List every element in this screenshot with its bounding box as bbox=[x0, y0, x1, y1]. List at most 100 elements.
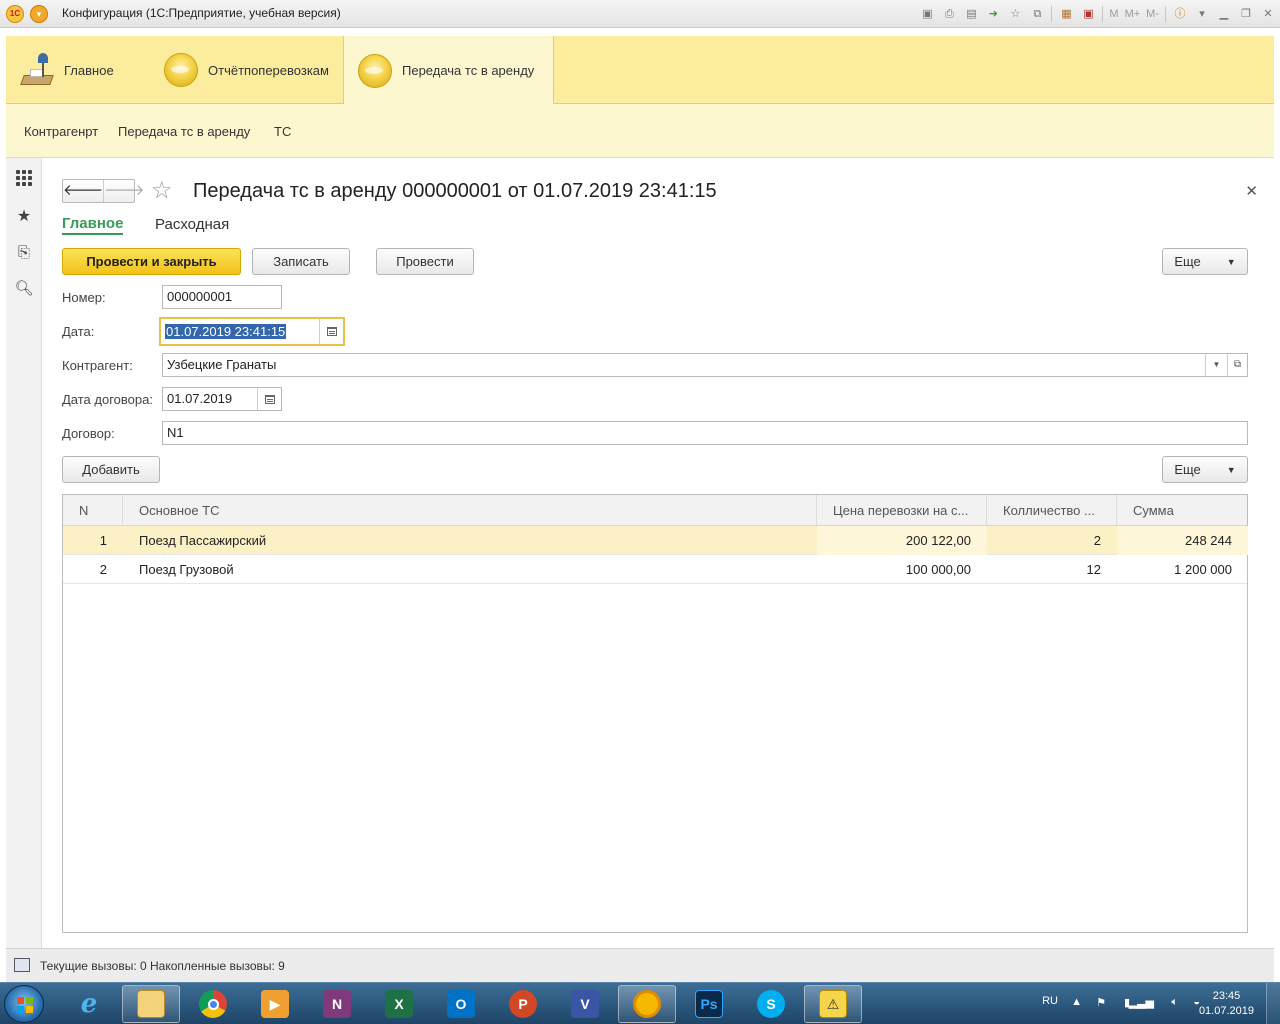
print-icon[interactable]: ⎙ bbox=[941, 6, 957, 22]
date-field[interactable]: 01.07.2019 23:41:15 bbox=[159, 317, 345, 346]
preview-icon[interactable]: ▤ bbox=[963, 6, 979, 22]
section-vehicle-rental[interactable]: Передача тс в аренду bbox=[343, 36, 554, 105]
taskbar-app-outlook[interactable]: O bbox=[432, 985, 490, 1023]
dropdown-arrow-icon[interactable]: ▼ bbox=[1205, 354, 1227, 376]
post-and-close-button[interactable]: Провести и закрыть bbox=[62, 248, 241, 275]
taskbar-app-chrome-canary[interactable] bbox=[618, 985, 676, 1023]
column-header-vehicle[interactable]: Основное ТС bbox=[123, 495, 817, 526]
calculator-icon[interactable]: ▦ bbox=[1058, 6, 1074, 22]
section-main[interactable]: Главное bbox=[20, 36, 124, 104]
powerpoint-icon: P bbox=[509, 990, 537, 1018]
coin-icon bbox=[164, 53, 198, 87]
taskbar-app-1c-enterprise[interactable]: ⚠ bbox=[804, 985, 862, 1023]
memory-button[interactable]: M bbox=[1109, 8, 1118, 20]
show-hidden-icons-icon[interactable]: ▲ bbox=[1071, 996, 1082, 1008]
internet-explorer-icon: e bbox=[80, 989, 98, 1019]
table-more-button[interactable]: Еще ▼ bbox=[1162, 456, 1248, 483]
taskbar-app-powerpoint[interactable]: P bbox=[494, 985, 552, 1023]
taskbar-app-chrome[interactable] bbox=[184, 985, 242, 1023]
favorite-star-icon[interactable]: ☆ bbox=[151, 176, 173, 205]
windows-logo-icon bbox=[17, 997, 33, 1013]
column-header-sum[interactable]: Сумма bbox=[1117, 495, 1248, 526]
cell-quantity: 2 bbox=[1093, 533, 1101, 548]
column-header-n[interactable]: N bbox=[63, 495, 123, 526]
tab-main[interactable]: Главное bbox=[62, 215, 124, 235]
favorites-button[interactable]: ★ bbox=[6, 198, 42, 234]
counterparty-label: Контрагент: bbox=[62, 358, 133, 373]
function-item-counterparty[interactable]: Контрагенрт bbox=[24, 124, 98, 139]
action-center-flag-icon[interactable]: ⚑ bbox=[1096, 996, 1106, 1009]
function-item-vehicle-rental[interactable]: Передача тс в аренду bbox=[118, 124, 250, 139]
visio-icon: V bbox=[571, 990, 599, 1018]
contract-date-field[interactable]: 01.07.2019 bbox=[162, 387, 282, 411]
column-header-price[interactable]: Цена перевозки на с... bbox=[817, 495, 987, 526]
counterparty-field[interactable]: Узбецкие Гранаты ▼ ⧉ bbox=[162, 353, 1248, 377]
date-value: 01.07.2019 23:41:15 bbox=[165, 324, 287, 339]
open-icon[interactable]: ⧉ bbox=[1227, 354, 1247, 376]
left-toolbar: ★ ⎘ 🔍︎ bbox=[6, 158, 42, 948]
calendar-icon[interactable]: ▣ bbox=[1080, 6, 1096, 22]
taskbar-app-file-explorer[interactable] bbox=[122, 985, 180, 1023]
info-icon[interactable]: ⓘ bbox=[1172, 6, 1188, 22]
volume-icon[interactable]: 🔈︎ bbox=[1171, 996, 1178, 1009]
more-button[interactable]: Еще ▼ bbox=[1162, 248, 1248, 275]
contract-value: N1 bbox=[167, 425, 184, 440]
clock[interactable]: 23:45 01.07.2019 bbox=[1199, 989, 1254, 1019]
taskbar-app-skype[interactable]: S bbox=[742, 985, 800, 1023]
cell-vehicle: Поезд Пассажирский bbox=[139, 533, 267, 548]
function-item-vehicles[interactable]: ТС bbox=[274, 124, 291, 139]
history-icon[interactable]: ⧉ bbox=[1029, 6, 1045, 22]
number-field[interactable]: 000000001 bbox=[162, 285, 282, 309]
taskbar-app-photoshop[interactable]: Ps bbox=[680, 985, 738, 1023]
dropdown-icon[interactable]: ▾ bbox=[1194, 6, 1210, 22]
history-button[interactable]: ⎘ bbox=[6, 234, 42, 270]
tab-expense[interactable]: Расходная bbox=[155, 216, 229, 233]
close-form-icon[interactable]: ✕ bbox=[1245, 182, 1258, 200]
table-row[interactable]: 1 Поезд Пассажирский 200 122,00 2 248 24… bbox=[63, 526, 1248, 555]
star-icon: ★ bbox=[16, 208, 32, 225]
outlook-icon: O bbox=[447, 990, 475, 1018]
memory-minus-button[interactable]: M- bbox=[1146, 8, 1159, 20]
folder-icon bbox=[137, 990, 165, 1018]
favorites-icon[interactable]: ☆ bbox=[1007, 6, 1023, 22]
taskbar-app-visio[interactable]: V bbox=[556, 985, 614, 1023]
show-desktop-button[interactable] bbox=[1266, 983, 1280, 1024]
taskbar-app-media-player[interactable]: ▶ bbox=[246, 985, 304, 1023]
table-row[interactable]: 2 Поезд Грузовой 100 000,00 12 1 200 000 bbox=[63, 555, 1247, 584]
server-calls-icon[interactable] bbox=[14, 958, 30, 972]
save-icon[interactable]: ▣ bbox=[919, 6, 935, 22]
navigate-icon[interactable]: ➜ bbox=[985, 6, 1001, 22]
taskbar-app-internet-explorer[interactable]: e bbox=[60, 985, 118, 1023]
taskbar-app-excel[interactable]: X bbox=[370, 985, 428, 1023]
save-button[interactable]: Записать bbox=[252, 248, 350, 275]
1c-logo-icon: 1С bbox=[6, 5, 24, 23]
minimize-icon[interactable]: ▁ bbox=[1216, 6, 1232, 22]
restore-icon[interactable]: ❐ bbox=[1238, 6, 1254, 22]
function-panel: Контрагенрт Передача тс в аренду ТС bbox=[6, 104, 1274, 158]
column-header-quantity[interactable]: Колличество ... bbox=[987, 495, 1117, 526]
window-title: Конфигурация (1С:Предприятие, учебная ве… bbox=[62, 6, 341, 20]
forward-arrow-icon[interactable]: 🡒 bbox=[103, 180, 144, 202]
clock-date: 01.07.2019 bbox=[1198, 1005, 1254, 1017]
close-window-icon[interactable]: ✕ bbox=[1260, 6, 1276, 22]
post-button[interactable]: Провести bbox=[376, 248, 474, 275]
taskbar-app-onenote[interactable]: N bbox=[308, 985, 366, 1023]
language-indicator[interactable]: RU bbox=[1042, 995, 1058, 1007]
main-menu-button[interactable]: ▾ bbox=[30, 5, 48, 23]
back-arrow-icon[interactable]: 🡐 bbox=[63, 180, 103, 202]
network-signal-icon[interactable]: ▂▃▅ bbox=[1129, 996, 1154, 1009]
vehicles-table: N Основное ТС Цена перевозки на с... Кол… bbox=[62, 494, 1248, 933]
contract-date-value: 01.07.2019 bbox=[167, 391, 233, 406]
calendar-button[interactable] bbox=[257, 388, 281, 410]
number-label: Номер: bbox=[62, 290, 106, 305]
memory-plus-button[interactable]: M+ bbox=[1125, 8, 1141, 20]
window-titlebar: 1С ▾ Конфигурация (1С:Предприятие, учебн… bbox=[0, 0, 1280, 28]
search-button[interactable]: 🔍︎ bbox=[6, 270, 42, 306]
start-button[interactable] bbox=[4, 985, 44, 1023]
desk-lamp-icon bbox=[20, 53, 54, 87]
calendar-button[interactable] bbox=[319, 319, 343, 344]
add-row-button[interactable]: Добавить bbox=[62, 456, 160, 483]
section-transport-report[interactable]: Отчётпоперевозкам bbox=[164, 36, 329, 104]
all-functions-button[interactable] bbox=[6, 160, 42, 196]
contract-field[interactable]: N1 bbox=[162, 421, 1248, 445]
